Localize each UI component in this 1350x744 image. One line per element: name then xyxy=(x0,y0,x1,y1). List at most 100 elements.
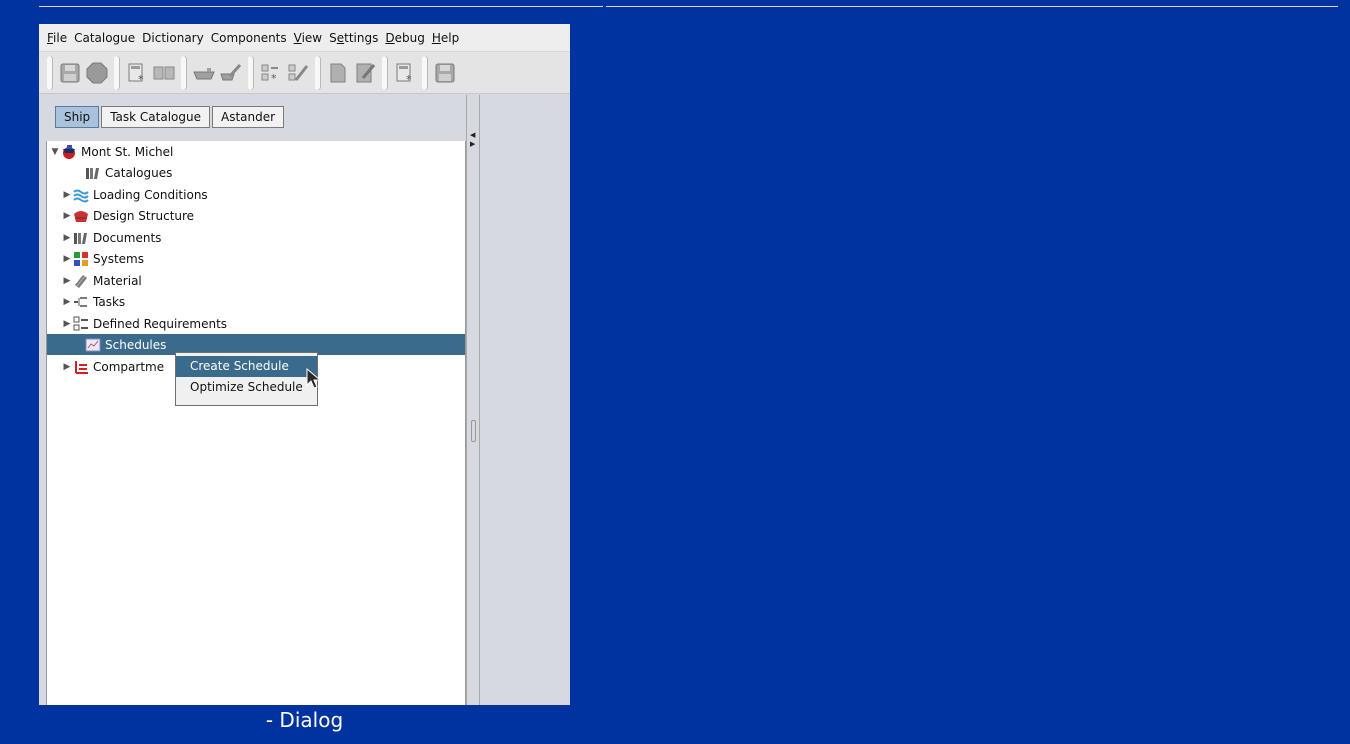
document-edit-button[interactable] xyxy=(353,59,377,87)
document-edit-icon xyxy=(356,63,376,82)
checklist-edit-icon xyxy=(288,64,309,81)
svg-text:*: * xyxy=(271,72,277,84)
tree-item-label: Design Structure xyxy=(93,208,195,223)
tree-root[interactable]: ▼ Mont St. Michel xyxy=(47,141,465,162)
tree-item-label: Loading Conditions xyxy=(93,187,208,202)
desktop-edge-line xyxy=(606,6,1338,7)
compartments-icon xyxy=(73,359,89,375)
expand-arrow-icon[interactable]: ▶ xyxy=(61,276,73,286)
tree-item-label: Systems xyxy=(93,251,144,266)
expand-arrow-icon[interactable]: ▶ xyxy=(61,233,73,243)
create-schedule-menu-item[interactable]: Create Schedule xyxy=(176,356,317,377)
edit-ship-button[interactable] xyxy=(219,59,243,87)
tree-item-material[interactable]: ▶ Material xyxy=(47,270,465,291)
menu-view[interactable]: View xyxy=(294,31,322,45)
collapse-right-icon[interactable]: ▶ xyxy=(470,141,475,148)
tree-item-label: Compartme xyxy=(93,359,165,374)
tree-item-label: Defined Requirements xyxy=(93,316,228,331)
document-new-button[interactable] xyxy=(326,59,350,87)
material-icon xyxy=(73,273,89,289)
window-title: - Dialog xyxy=(265,708,344,732)
tree-item-label: Material xyxy=(93,273,142,288)
tree-item-tasks[interactable]: ▶ Tasks xyxy=(47,291,465,312)
edit-ship-icon xyxy=(220,63,242,80)
menu-components[interactable]: Components xyxy=(211,31,287,45)
expand-arrow-icon[interactable]: ▶ xyxy=(61,211,73,221)
tab-task-catalogue[interactable]: Task Catalogue xyxy=(101,106,210,128)
toolbar-separator xyxy=(181,55,187,90)
tree-root-label: Mont St. Michel xyxy=(81,144,174,159)
tree-item-label: Tasks xyxy=(93,294,126,309)
checklist-new-button[interactable]: * xyxy=(259,59,283,87)
desktop-edge-line xyxy=(39,6,603,7)
split-pane-divider[interactable]: ◀ ▶ xyxy=(466,95,480,705)
tree-item-label: Schedules xyxy=(105,337,167,352)
documents-icon xyxy=(73,230,89,246)
toolbar-separator xyxy=(114,55,120,90)
optimize-schedule-menu-item[interactable]: Optimize Schedule xyxy=(176,377,317,398)
catalogues-icon xyxy=(85,165,101,181)
svg-text:*: * xyxy=(406,73,412,84)
hull-icon xyxy=(73,208,89,224)
menu-settings[interactable]: Settings xyxy=(329,31,378,45)
right-panel xyxy=(480,95,570,705)
schedules-icon xyxy=(85,337,101,353)
save-icon xyxy=(60,63,80,82)
new-document-button-2[interactable]: * xyxy=(393,59,417,87)
save-button[interactable] xyxy=(58,59,82,87)
save-icon xyxy=(435,63,455,82)
book-button[interactable] xyxy=(152,59,176,87)
tree-item-label: Documents xyxy=(93,230,162,245)
new-document-icon: * xyxy=(128,63,144,84)
stop-icon xyxy=(86,62,108,83)
ship-root-icon xyxy=(61,144,77,160)
tab-strip: Ship Task Catalogue Astander xyxy=(55,106,286,128)
context-menu: Create Schedule Optimize Schedule xyxy=(175,352,318,406)
svg-text:*: * xyxy=(138,73,144,84)
tasks-icon xyxy=(73,294,89,310)
expand-arrow-icon[interactable]: ▶ xyxy=(61,254,73,264)
toolbar-separator xyxy=(315,55,321,90)
ship-button[interactable] xyxy=(192,59,216,87)
book-icon xyxy=(153,66,175,79)
expand-arrow-icon[interactable]: ▶ xyxy=(61,190,73,200)
save-button-2[interactable] xyxy=(433,59,457,87)
tree-item-defined-requirements[interactable]: ▶ Defined Requirements xyxy=(47,313,465,334)
expand-arrow-icon[interactable]: ▶ xyxy=(61,362,73,372)
menu-debug[interactable]: Debug xyxy=(385,31,424,45)
ship-tree: ▼ Mont St. Michel Catalogues ▶ Loading C… xyxy=(46,141,466,705)
expand-arrow-icon[interactable]: ▶ xyxy=(61,297,73,307)
tab-astander[interactable]: Astander xyxy=(211,106,285,128)
menu-dictionary[interactable]: Dictionary xyxy=(142,31,204,45)
tree-item-label: Catalogues xyxy=(105,165,173,180)
waves-icon xyxy=(73,187,89,203)
mouse-cursor-icon xyxy=(306,368,322,389)
tree-item-loading-conditions[interactable]: ▶ Loading Conditions xyxy=(47,184,465,205)
expand-arrow-icon[interactable]: ▶ xyxy=(61,319,73,329)
document-new-icon xyxy=(330,63,346,82)
checklist-edit-button[interactable] xyxy=(286,59,310,87)
tree-item-catalogues[interactable]: Catalogues xyxy=(47,162,465,183)
new-document-button[interactable]: * xyxy=(125,59,149,87)
requirements-icon xyxy=(73,316,89,332)
menu-catalogue[interactable]: Catalogue xyxy=(74,31,135,45)
menu-help[interactable]: Help xyxy=(432,31,459,45)
menu-file[interactable]: File xyxy=(47,31,67,45)
toolbar-separator xyxy=(382,55,388,90)
collapse-left-icon[interactable]: ◀ xyxy=(470,132,475,139)
systems-icon xyxy=(73,251,89,267)
stop-button[interactable] xyxy=(85,59,109,87)
toolbar: * * * xyxy=(39,52,570,94)
menu-bar: File Catalogue Dictionary Components Vie… xyxy=(39,24,570,51)
toolbar-separator xyxy=(47,55,53,90)
divider-grip[interactable] xyxy=(471,420,476,442)
tree-item-systems[interactable]: ▶ Systems xyxy=(47,248,465,269)
toolbar-separator xyxy=(422,55,428,90)
tab-ship[interactable]: Ship xyxy=(55,106,100,128)
toolbar-separator xyxy=(248,55,254,90)
tree-item-design-structure[interactable]: ▶ Design Structure xyxy=(47,205,465,226)
collapse-arrow-icon[interactable]: ▼ xyxy=(49,147,61,157)
checklist-new-icon: * xyxy=(261,64,278,84)
tree-item-documents[interactable]: ▶ Documents xyxy=(47,227,465,248)
ship-icon xyxy=(193,67,215,79)
